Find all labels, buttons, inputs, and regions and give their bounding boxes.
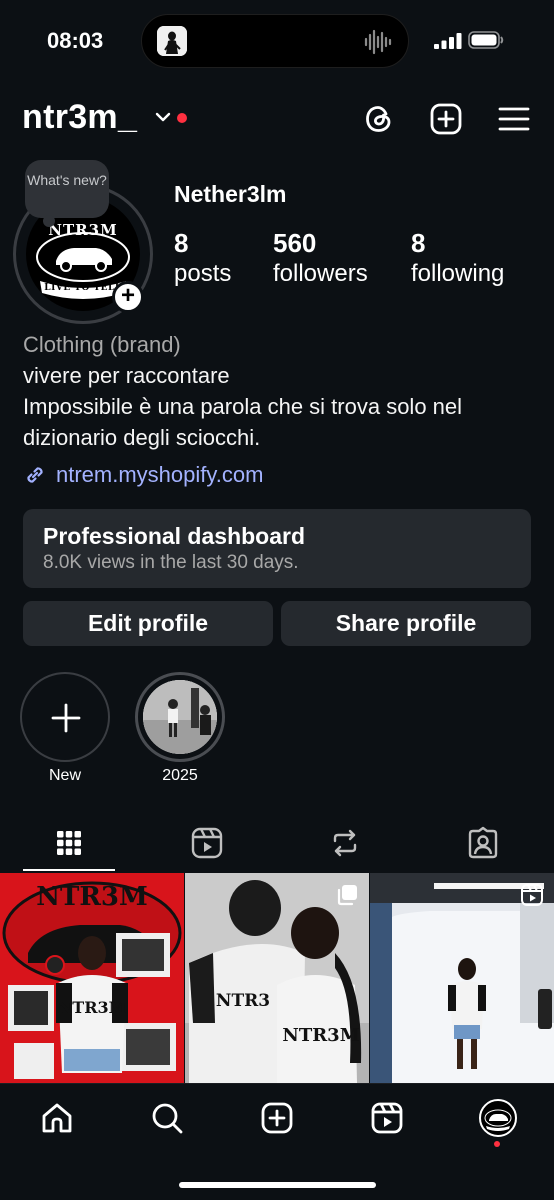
stat-followers-count: 560: [273, 228, 317, 258]
profile-link[interactable]: ntrem.myshopify.com: [23, 461, 263, 489]
tab-reels[interactable]: [138, 820, 276, 872]
display-name: Nether3lm: [174, 181, 287, 207]
chevron-down-icon[interactable]: [154, 110, 172, 124]
edit-profile-button[interactable]: Edit profile: [23, 601, 273, 646]
reels-icon[interactable]: [369, 1100, 405, 1136]
plus-icon: [51, 703, 81, 733]
highlight-cover-image: [143, 680, 217, 754]
audio-waveform-icon: [364, 29, 392, 55]
notification-dot: [177, 113, 187, 123]
professional-dashboard-card[interactable]: Professional dashboard 8.0K views in the…: [23, 509, 531, 588]
svg-text:NTR3M: NTR3M: [58, 998, 127, 1017]
profile-content-tabs: [0, 820, 554, 872]
profile-avatar[interactable]: [479, 1099, 517, 1137]
new-highlight-button[interactable]: [20, 672, 110, 762]
highlight-2025[interactable]: [135, 672, 225, 762]
stat-following-count: 8: [411, 228, 426, 258]
tab-grid[interactable]: [0, 820, 138, 872]
add-story-plus-icon[interactable]: +: [112, 281, 144, 313]
tagged-icon: [468, 826, 498, 859]
bio-line: vivere per raccontare: [23, 363, 230, 388]
profile-category: Clothing (brand): [23, 332, 181, 357]
signal-icon: [434, 33, 462, 49]
highlight-label: New: [48, 767, 81, 784]
stat-followers[interactable]: 560 followers: [273, 228, 368, 290]
stat-following[interactable]: 8 following: [411, 228, 504, 290]
carousel-icon: [337, 885, 357, 906]
tab-reposts[interactable]: [276, 820, 414, 872]
stat-posts[interactable]: 8 posts: [174, 228, 231, 290]
bio-line: Impossibile è una parola che si trova so…: [23, 394, 463, 419]
bottom-navigation: [0, 1083, 554, 1200]
highlight-label: 2025: [162, 767, 198, 784]
battery-icon: [468, 31, 504, 49]
status-bar: 08:03: [0, 0, 554, 84]
share-profile-button[interactable]: Share profile: [281, 601, 531, 646]
search-icon[interactable]: [149, 1100, 185, 1136]
create-icon[interactable]: [259, 1100, 295, 1136]
threads-icon[interactable]: [362, 102, 396, 136]
status-time: 08:03: [47, 28, 104, 53]
dynamic-island[interactable]: [141, 14, 409, 68]
home-icon[interactable]: [39, 1100, 75, 1136]
active-tab-indicator: [23, 869, 115, 871]
grid-post[interactable]: NTR3 NTR3M: [185, 873, 369, 1083]
tab-tagged[interactable]: [414, 820, 552, 872]
reposts-icon: [333, 829, 357, 857]
profile-notification-dot: [494, 1141, 500, 1147]
note-bubble[interactable]: What's new?: [25, 160, 109, 227]
svg-text:NTR3M: NTR3M: [36, 882, 148, 912]
menu-icon[interactable]: [497, 102, 531, 136]
post-thumbnail: NTR3M NTR3M: [0, 873, 184, 1083]
stat-posts-label: posts: [174, 260, 232, 287]
home-indicator[interactable]: [179, 1182, 376, 1188]
reel-icon: [521, 884, 543, 906]
grid-post[interactable]: [370, 873, 554, 1083]
svg-text:NTR3M: NTR3M: [282, 1025, 359, 1046]
grid-post[interactable]: NTR3M NTR3M: [0, 873, 184, 1083]
create-icon[interactable]: [429, 102, 463, 136]
posts-grid: NTR3M NTR3M NTR3 NTR3M: [0, 873, 554, 1083]
dashboard-subtitle: 8.0K views in the last 30 days.: [43, 552, 299, 573]
account-switcher-username[interactable]: ntr3m_: [22, 98, 137, 137]
stat-followers-label: followers: [273, 260, 368, 287]
stat-following-label: following: [411, 260, 505, 287]
reels-icon: [191, 827, 223, 859]
svg-text:NTR3: NTR3: [216, 991, 270, 1011]
dashboard-title: Professional dashboard: [43, 523, 306, 549]
link-url: ntrem.myshopify.com: [56, 462, 264, 487]
grid-icon: [57, 831, 81, 855]
now-playing-thumbnail: [157, 26, 187, 56]
stat-posts-count: 8: [174, 228, 189, 258]
profile-header: ntr3m_: [0, 92, 554, 150]
bio-line: dizionario degli sciocchi.: [23, 425, 261, 450]
bio: Clothing (brand) vivere per raccontare I…: [23, 329, 533, 453]
link-icon: [27, 467, 43, 483]
